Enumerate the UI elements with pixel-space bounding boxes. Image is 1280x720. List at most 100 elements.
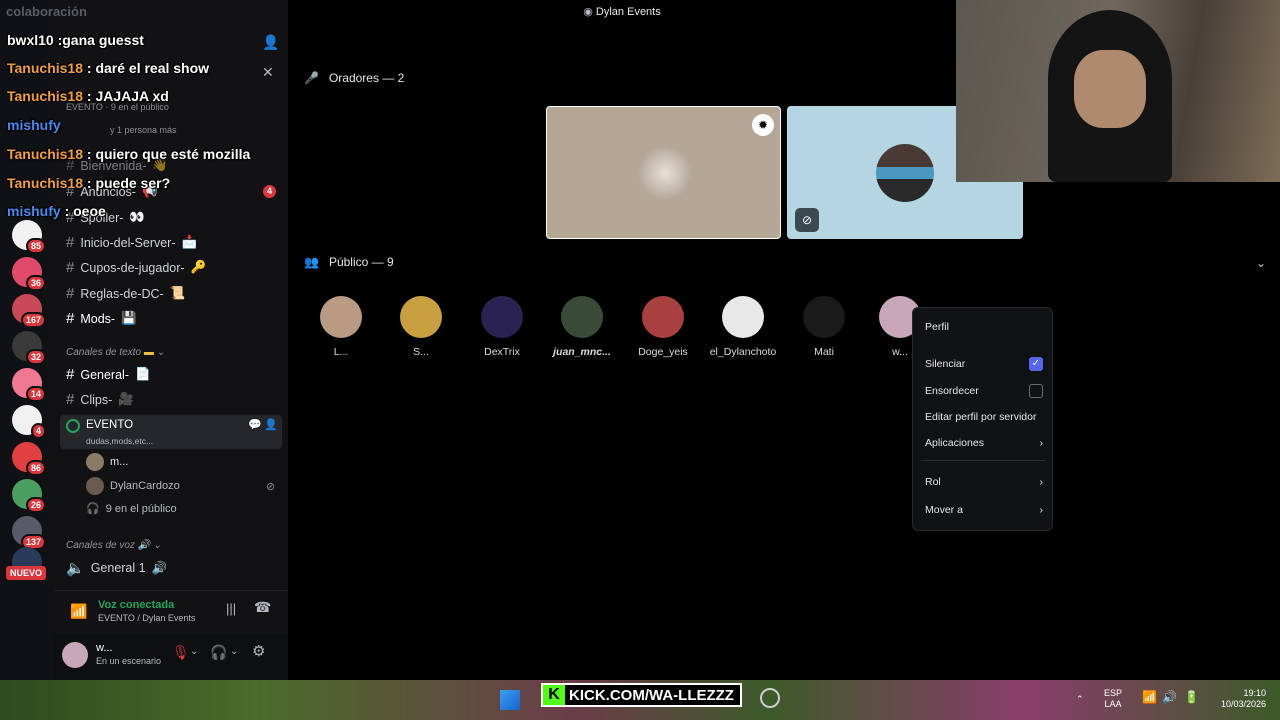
voice-channel-general[interactable]: 🔈 General 1 🔊 (66, 559, 167, 577)
stage-user[interactable]: DylanCardozo ⊘ (86, 477, 275, 495)
category-text[interactable]: Canales de texto ▬ ⌄ (66, 347, 165, 358)
server-badge: 36 (25, 275, 46, 291)
headphones-icon[interactable]: 🎧 (210, 644, 227, 661)
chevron-down-icon[interactable]: ⌄ (230, 646, 238, 657)
event-more: y 1 persona más (110, 125, 177, 135)
server-icon[interactable]: 137 (12, 516, 46, 550)
server-icon[interactable]: 26 (12, 479, 46, 513)
user-name: w... (96, 642, 113, 654)
stage-icon: ◉ (583, 6, 596, 18)
stage-audience[interactable]: 🎧 9 en el público (86, 502, 177, 516)
add-user-icon[interactable]: 👤 (264, 418, 278, 431)
mic-muted-icon[interactable]: 🎙 (172, 644, 190, 661)
user-panel: w... En un escenario 🎙 ⌄ 🎧 ⌄ ⚙ (54, 634, 288, 680)
chat-message: mishufy : oeoe (7, 203, 106, 219)
channel-inicio[interactable]: # Inicio-del-Server- 📩 (66, 234, 197, 251)
audience-member[interactable]: juan_mnc... (542, 296, 622, 358)
channel-mods[interactable]: # Mods- 💾 (66, 310, 137, 327)
app-icon[interactable] (760, 688, 780, 708)
chat-user: mishufy (7, 203, 61, 219)
hash-icon: # (66, 391, 75, 408)
wifi-icon[interactable]: 📶 (1142, 691, 1157, 703)
menu-item-mute[interactable]: Silenciar ✓ (925, 357, 1043, 371)
chat-icon[interactable]: 💬 (248, 418, 262, 431)
channel-cupos[interactable]: # Cupos-de-jugador- 🔑 (66, 259, 206, 276)
sidebar-top-label: colaboración (6, 4, 87, 19)
chevron-down-icon: ⌄ (152, 540, 162, 551)
server-badge: 85 (25, 238, 46, 254)
server-icon[interactable]: 32 (12, 331, 46, 365)
menu-item-apps[interactable]: Aplicaciones › (925, 437, 1043, 449)
kick-banner: K KICK.COM/WA-LLEZZZ (541, 683, 742, 707)
avatar (876, 144, 934, 202)
audience-member[interactable]: S... (381, 296, 461, 358)
server-icon[interactable]: 167 (12, 294, 46, 328)
webcam-face (1074, 50, 1146, 128)
windows-start-icon[interactable] (500, 690, 520, 710)
hash-icon: # (66, 285, 75, 302)
menu-item-move[interactable]: Mover a › (925, 504, 1043, 516)
soundboard-icon[interactable]: ||| (226, 601, 236, 616)
server-icon[interactable]: 85 (12, 220, 46, 254)
avatar (86, 477, 104, 495)
voice-connection-panel: 📶 Voz conectada EVENTO / Dylan Events ||… (54, 590, 288, 634)
menu-item-profile[interactable]: Perfil (925, 321, 1043, 333)
category-voice[interactable]: Canales de voz 🔊 ⌄ (66, 540, 161, 551)
channel-general[interactable]: # General- 📄 (66, 366, 151, 383)
audience-member[interactable]: Mati (784, 296, 864, 358)
volume-icon[interactable]: 🔊 (1162, 691, 1177, 703)
signal-icon: 📶 (70, 603, 88, 619)
server-badge: 14 (25, 386, 46, 402)
audience-member[interactable]: Doge_yeis (623, 296, 703, 358)
menu-item-edit-profile[interactable]: Editar perfil por servidor (925, 411, 1043, 423)
audience-member[interactable]: el_Dylanchoto (703, 296, 783, 358)
chevron-down-icon[interactable]: ⌄ (1256, 256, 1266, 270)
chevron-down-icon: ⌄ (156, 347, 166, 358)
chevron-right-icon: › (1039, 437, 1044, 449)
disconnect-icon[interactable]: ☎ (254, 599, 271, 616)
avatar (320, 296, 362, 338)
avatar[interactable] (62, 642, 88, 668)
channel-reglas[interactable]: # Reglas-de-DC- 📜 (66, 285, 185, 302)
audience-member[interactable]: DexTrix (462, 296, 542, 358)
hash-icon: # (66, 310, 75, 327)
window-title: Dylan Events (595, 6, 661, 18)
stage-icon (66, 419, 80, 433)
channel-clips[interactable]: # Clips- 🎥 (66, 391, 134, 408)
audience-member[interactable]: L... (301, 296, 381, 358)
checkbox-unchecked[interactable] (1029, 384, 1043, 398)
menu-item-deafen[interactable]: Ensordecer (925, 384, 1043, 398)
voice-status-subtitle[interactable]: EVENTO / Dylan Events (98, 613, 195, 623)
chat-message: Tanuchis18 : quiero que esté mozilla (7, 146, 250, 162)
speaker-icon: 🔊 (137, 540, 151, 551)
avatar (561, 296, 603, 338)
server-icon[interactable]: 36 (12, 257, 46, 291)
chat-user: mishufy (7, 117, 61, 133)
speaker-icon: 🔈 (66, 560, 85, 577)
server-icon[interactable]: 14 (12, 368, 46, 402)
gear-icon[interactable]: ⚙ (252, 642, 265, 660)
folder-icon: ▬ (143, 347, 154, 358)
stage-channel-name: EVENTO (86, 419, 134, 431)
speaker-tile[interactable]: ✹ (546, 106, 781, 239)
close-icon[interactable]: ✕ (262, 64, 274, 81)
chevron-down-icon[interactable]: ⌄ (190, 646, 198, 657)
menu-item-role[interactable]: Rol › (925, 476, 1043, 488)
chat-user: Tanuchis18 (7, 88, 83, 104)
voice-status-title[interactable]: Voz conectada (98, 599, 174, 611)
new-badge[interactable]: NUEVO (6, 566, 47, 580)
add-user-icon[interactable]: 👤 (262, 34, 279, 51)
chevron-right-icon: › (1039, 476, 1044, 488)
checkbox-checked[interactable]: ✓ (1029, 357, 1043, 371)
stage-user[interactable]: m... (86, 453, 128, 471)
stage-channel-selected[interactable]: EVENTO dudas,mods,etc... 💬 👤 (60, 415, 282, 449)
language-indicator[interactable]: ESP LAA (1104, 688, 1122, 710)
server-icon[interactable]: 86 (12, 442, 46, 476)
chevron-up-icon[interactable]: ⌃ (1076, 694, 1084, 705)
avatar (400, 296, 442, 338)
chat-text: : JAJAJA xd (86, 88, 169, 104)
server-badge: 4 (30, 423, 46, 439)
battery-icon[interactable]: 🔋 (1184, 691, 1199, 703)
clock[interactable]: 19:10 10/03/2026 (1210, 688, 1266, 710)
server-icon[interactable]: 4 (12, 405, 46, 439)
